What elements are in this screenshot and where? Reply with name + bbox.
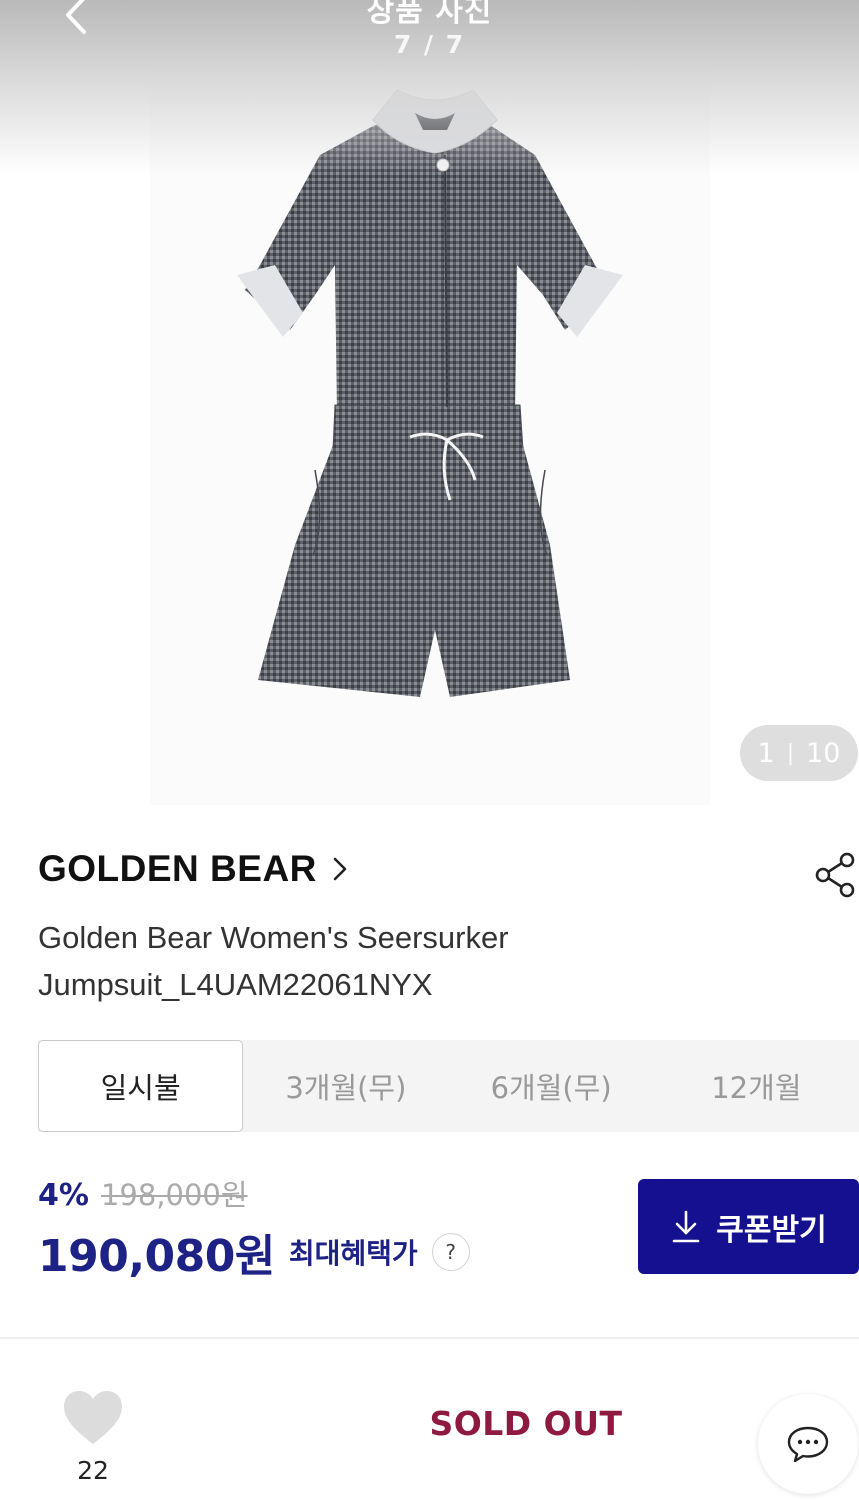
chat-bubble-icon	[787, 1426, 829, 1463]
price-row: 190,080원 최대혜택가 ?	[38, 1220, 470, 1284]
chat-button[interactable]	[758, 1394, 858, 1494]
sold-out-status: SOLD OUT	[429, 1404, 623, 1443]
tab-12-months[interactable]: 12개월	[654, 1040, 859, 1132]
product-name-line: Jumpsuit_L4UAM22061NYX	[38, 967, 433, 1002]
sale-price: 190,080원	[38, 1231, 275, 1282]
brand-name: GOLDEN BEAR	[38, 848, 317, 889]
chevron-right-icon	[333, 857, 347, 881]
product-name-line: Golden Bear Women's Seersurker	[38, 920, 509, 955]
tab-6-months[interactable]: 6개월(무)	[449, 1040, 654, 1132]
brand-link[interactable]: GOLDEN BEAR	[38, 848, 349, 890]
section-divider	[0, 1337, 859, 1339]
heart-icon	[64, 1391, 122, 1444]
share-icon[interactable]	[813, 850, 859, 900]
discount-row: 4% 198,000원	[38, 1172, 248, 1214]
help-icon[interactable]: ?	[431, 1233, 470, 1271]
product-name: Golden Bear Women's Seersurker Jumpsuit_…	[38, 914, 798, 1008]
product-image-viewer[interactable]: 상품 사진 7 / 7 1 | 10	[0, 0, 859, 810]
original-price: 198,000원	[100, 1178, 248, 1212]
tab-lump-sum[interactable]: 일시불	[38, 1040, 244, 1132]
image-current: 1	[757, 737, 775, 769]
like-count: 22	[77, 1456, 109, 1485]
page-title: 상품 사진	[366, 0, 493, 29]
download-icon	[672, 1210, 700, 1242]
coupon-download-button[interactable]: 쿠폰받기	[638, 1179, 859, 1274]
like-button[interactable]: 22	[58, 1390, 128, 1486]
image-pagination[interactable]: 1 | 10	[740, 725, 858, 781]
discount-rate: 4%	[38, 1178, 89, 1213]
photo-counter: 7 / 7	[393, 30, 466, 59]
tab-3-months[interactable]: 3개월(무)	[243, 1040, 448, 1132]
product-photo-jumpsuit	[237, 89, 623, 697]
coupon-button-label: 쿠폰받기	[716, 1212, 827, 1248]
installment-tabs: 일시불 3개월(무) 6개월(무) 12개월	[38, 1040, 859, 1132]
max-benefit-label: 최대혜택가	[288, 1237, 418, 1270]
image-total: 10	[806, 737, 841, 769]
pagination-separator: |	[786, 740, 795, 766]
